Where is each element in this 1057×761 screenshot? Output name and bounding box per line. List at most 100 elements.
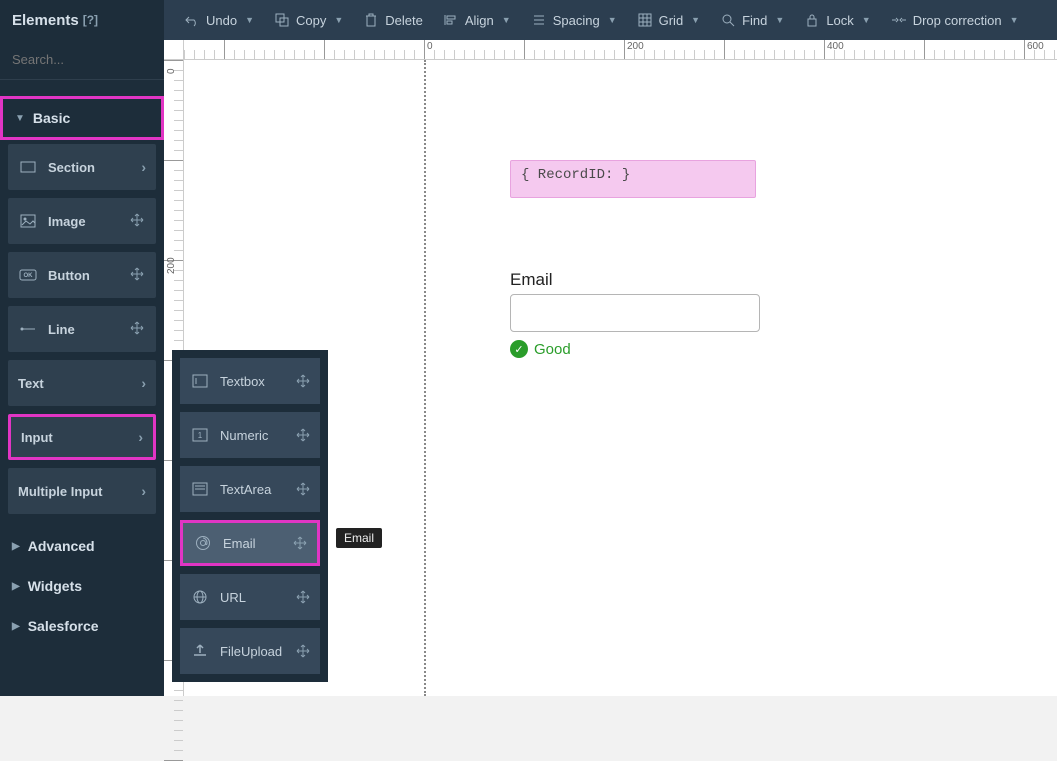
tooltip: Email xyxy=(336,528,382,548)
collapse-icon: ▼ xyxy=(15,113,25,124)
email-icon xyxy=(193,533,213,553)
element-section[interactable]: Section › xyxy=(8,144,156,190)
subitem-label: FileUpload xyxy=(220,644,282,659)
category-widgets[interactable]: ▶ Widgets xyxy=(0,566,164,606)
elements-panel-header: Elements [?] xyxy=(0,0,164,40)
category-salesforce[interactable]: ▶ Salesforce xyxy=(0,606,164,646)
ruler-corner xyxy=(164,40,184,60)
element-label: Multiple Input xyxy=(18,484,102,499)
copy-icon xyxy=(274,12,290,28)
drag-icon xyxy=(296,590,310,604)
toolbar-label: Align xyxy=(465,13,494,28)
category-basic[interactable]: ▼ Basic xyxy=(0,96,164,140)
subitem-label: Numeric xyxy=(220,428,268,443)
category-advanced[interactable]: ▶ Advanced xyxy=(0,526,164,566)
element-label: Section xyxy=(48,160,95,175)
spacing-icon xyxy=(531,12,547,28)
element-input[interactable]: Input › xyxy=(8,414,156,460)
copy-button[interactable]: Copy ▼ xyxy=(264,0,353,40)
input-url[interactable]: URL xyxy=(180,574,320,620)
subitem-label: Textbox xyxy=(220,374,265,389)
elements-panel: Elements [?] ▼ Basic Section › Image OK … xyxy=(0,0,164,696)
textbox-icon xyxy=(190,371,210,391)
record-id-element[interactable]: { RecordID: } xyxy=(510,160,756,198)
subitem-label: Email xyxy=(223,536,256,551)
help-link[interactable]: [?] xyxy=(83,13,98,27)
textarea-icon xyxy=(190,479,210,499)
element-label: Line xyxy=(48,322,75,337)
grid-icon xyxy=(637,12,653,28)
input-submenu: Textbox 1 Numeric TextArea Email URL Fil… xyxy=(172,350,328,682)
drag-icon xyxy=(130,213,146,229)
element-multiple-input[interactable]: Multiple Input › xyxy=(8,468,156,514)
chevron-right-icon: › xyxy=(141,375,146,391)
chevron-right-icon: › xyxy=(141,483,146,499)
url-icon xyxy=(190,587,210,607)
category-label: Salesforce xyxy=(28,618,99,634)
chevron-right-icon: › xyxy=(138,429,143,445)
lock-icon xyxy=(804,12,820,28)
drag-icon xyxy=(293,536,307,550)
element-button[interactable]: OK Button xyxy=(8,252,156,298)
chevron-right-icon: › xyxy=(141,159,146,175)
section-icon xyxy=(18,157,38,177)
check-icon: ✓ xyxy=(510,340,528,358)
element-line[interactable]: Line xyxy=(8,306,156,352)
lock-button[interactable]: Lock ▼ xyxy=(794,0,880,40)
dropdown-icon: ▼ xyxy=(245,15,254,25)
drop-correction-button[interactable]: Drop correction ▼ xyxy=(881,0,1029,40)
numeric-icon: 1 xyxy=(190,425,210,445)
email-label: Email xyxy=(510,270,760,290)
subitem-label: URL xyxy=(220,590,246,605)
subitem-label: TextArea xyxy=(220,482,271,497)
drag-icon xyxy=(296,374,310,388)
element-label: Button xyxy=(48,268,90,283)
drag-icon xyxy=(296,644,310,658)
trash-icon xyxy=(363,12,379,28)
svg-text:1: 1 xyxy=(198,431,203,440)
email-input[interactable] xyxy=(510,294,760,332)
toolbar-label: Delete xyxy=(385,13,423,28)
element-text[interactable]: Text › xyxy=(8,360,156,406)
ruler-horizontal[interactable]: 0200400600 xyxy=(184,40,1057,60)
upload-icon xyxy=(190,641,210,661)
dropdown-icon: ▼ xyxy=(608,15,617,25)
category-label: Advanced xyxy=(28,538,95,554)
toolbar-label: Find xyxy=(742,13,767,28)
expand-icon: ▶ xyxy=(12,581,20,592)
page-boundary xyxy=(424,60,426,696)
ruler-label: 0 xyxy=(427,41,433,52)
ruler-label: 0 xyxy=(166,68,177,74)
input-email[interactable]: Email xyxy=(180,520,320,566)
find-button[interactable]: Find ▼ xyxy=(710,0,794,40)
input-fileupload[interactable]: FileUpload xyxy=(180,628,320,674)
drop-correction-icon xyxy=(891,12,907,28)
button-icon: OK xyxy=(18,265,38,285)
input-textarea[interactable]: TextArea xyxy=(180,466,320,512)
ruler-label: 200 xyxy=(166,257,177,274)
element-image[interactable]: Image xyxy=(8,198,156,244)
email-element[interactable]: Email ✓ Good xyxy=(510,270,760,358)
element-label: Image xyxy=(48,214,86,229)
delete-button[interactable]: Delete xyxy=(353,0,433,40)
dropdown-icon: ▼ xyxy=(1010,15,1019,25)
category-label: Basic xyxy=(33,110,70,126)
input-textbox[interactable]: Textbox xyxy=(180,358,320,404)
category-label: Widgets xyxy=(28,578,82,594)
dropdown-icon: ▼ xyxy=(334,15,343,25)
ruler-label: 400 xyxy=(827,41,844,52)
drag-icon xyxy=(130,321,146,337)
search-row xyxy=(0,40,164,80)
element-label: Text xyxy=(18,376,44,391)
input-numeric[interactable]: 1 Numeric xyxy=(180,412,320,458)
toolbar-label: Spacing xyxy=(553,13,600,28)
top-toolbar: Undo ▼ Copy ▼ Delete Align ▼ Spacing ▼ G… xyxy=(164,0,1057,40)
spacing-button[interactable]: Spacing ▼ xyxy=(521,0,627,40)
align-button[interactable]: Align ▼ xyxy=(433,0,521,40)
dropdown-icon: ▼ xyxy=(775,15,784,25)
grid-button[interactable]: Grid ▼ xyxy=(627,0,710,40)
search-input[interactable] xyxy=(12,52,188,67)
element-label: Input xyxy=(21,430,53,445)
validation-status: ✓ Good xyxy=(510,340,760,358)
undo-button[interactable]: Undo ▼ xyxy=(174,0,264,40)
